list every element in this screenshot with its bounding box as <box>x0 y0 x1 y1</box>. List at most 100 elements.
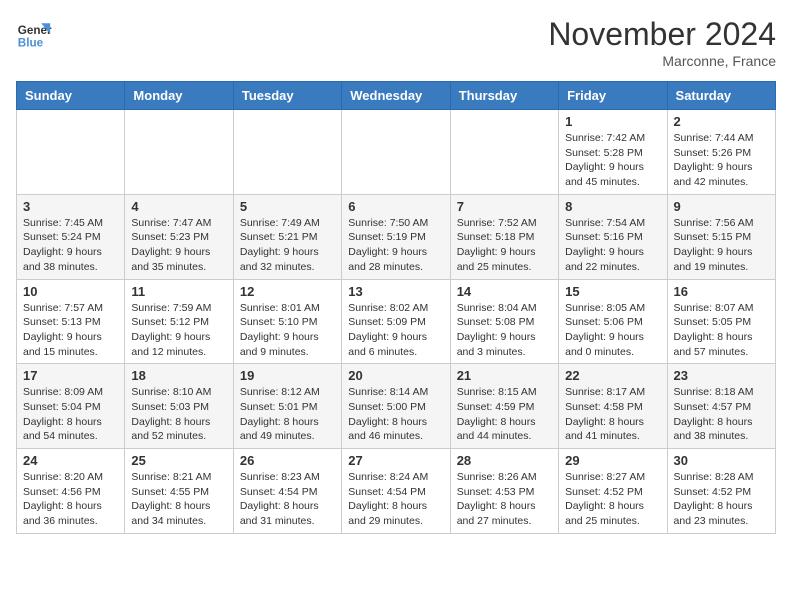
day-number: 3 <box>23 199 118 214</box>
day-number: 14 <box>457 284 552 299</box>
day-info: Sunrise: 7:52 AM Sunset: 5:18 PM Dayligh… <box>457 216 552 275</box>
day-info: Sunrise: 8:05 AM Sunset: 5:06 PM Dayligh… <box>565 301 660 360</box>
day-info: Sunrise: 7:42 AM Sunset: 5:28 PM Dayligh… <box>565 131 660 190</box>
calendar-week-2: 3 Sunrise: 7:45 AM Sunset: 5:24 PM Daylig… <box>17 194 776 279</box>
calendar-cell: 15Sunrise: 8:05 AM Sunset: 5:06 PM Dayli… <box>559 279 667 364</box>
header-saturday: Saturday <box>667 82 775 110</box>
calendar-cell <box>125 110 233 195</box>
location: Marconne, France <box>548 53 776 69</box>
day-number: 6 <box>348 199 443 214</box>
day-info: Sunrise: 8:23 AM Sunset: 4:54 PM Dayligh… <box>240 470 335 529</box>
header-tuesday: Tuesday <box>233 82 341 110</box>
day-number: 13 <box>348 284 443 299</box>
calendar-week-4: 17 Sunrise: 8:09 AM Sunset: 5:04 PM Dayli… <box>17 364 776 449</box>
day-info: Sunrise: 8:14 AM Sunset: 5:00 PM Dayligh… <box>348 385 443 444</box>
header-wednesday: Wednesday <box>342 82 450 110</box>
calendar-cell: 26 Sunrise: 8:23 AM Sunset: 4:54 PM Dayli… <box>233 449 341 534</box>
calendar-cell: 4Sunrise: 7:47 AM Sunset: 5:23 PM Daylig… <box>125 194 233 279</box>
day-info: Sunrise: 7:59 AM Sunset: 5:12 PM Dayligh… <box>131 301 226 360</box>
calendar-cell <box>450 110 558 195</box>
calendar-week-3: 10Sunrise: 7:57 AM Sunset: 5:13 PM Dayli… <box>17 279 776 364</box>
day-info: Sunrise: 8:15 AM Sunset: 4:59 PM Dayligh… <box>457 385 552 444</box>
calendar-cell <box>233 110 341 195</box>
calendar-cell: 2 Sunrise: 7:44 AM Sunset: 5:26 PM Daylig… <box>667 110 775 195</box>
day-info: Sunrise: 8:28 AM Sunset: 4:52 PM Dayligh… <box>674 470 769 529</box>
calendar-cell: 6Sunrise: 7:50 AM Sunset: 5:19 PM Daylig… <box>342 194 450 279</box>
title-area: November 2024 Marconne, France <box>548 16 776 69</box>
calendar-week-5: 24 Sunrise: 8:20 AM Sunset: 4:56 PM Dayli… <box>17 449 776 534</box>
day-number: 30 <box>674 453 769 468</box>
calendar-table: SundayMondayTuesdayWednesdayThursdayFrid… <box>16 81 776 534</box>
header: General Blue November 2024 Marconne, Fra… <box>16 16 776 69</box>
calendar-cell: 23 Sunrise: 8:18 AM Sunset: 4:57 PM Dayli… <box>667 364 775 449</box>
calendar-cell: 20 Sunrise: 8:14 AM Sunset: 5:00 PM Dayli… <box>342 364 450 449</box>
calendar-cell: 19 Sunrise: 8:12 AM Sunset: 5:01 PM Dayli… <box>233 364 341 449</box>
header-monday: Monday <box>125 82 233 110</box>
day-number: 29 <box>565 453 660 468</box>
day-number: 8 <box>565 199 660 214</box>
calendar-week-1: 1 Sunrise: 7:42 AM Sunset: 5:28 PM Daylig… <box>17 110 776 195</box>
calendar-cell: 7 Sunrise: 7:52 AM Sunset: 5:18 PM Daylig… <box>450 194 558 279</box>
day-info: Sunrise: 8:09 AM Sunset: 5:04 PM Dayligh… <box>23 385 118 444</box>
calendar-cell <box>17 110 125 195</box>
day-info: Sunrise: 8:10 AM Sunset: 5:03 PM Dayligh… <box>131 385 226 444</box>
calendar-cell: 3 Sunrise: 7:45 AM Sunset: 5:24 PM Daylig… <box>17 194 125 279</box>
day-info: Sunrise: 8:24 AM Sunset: 4:54 PM Dayligh… <box>348 470 443 529</box>
calendar-cell <box>342 110 450 195</box>
day-info: Sunrise: 8:04 AM Sunset: 5:08 PM Dayligh… <box>457 301 552 360</box>
day-number: 19 <box>240 368 335 383</box>
calendar-cell: 18 Sunrise: 8:10 AM Sunset: 5:03 PM Dayli… <box>125 364 233 449</box>
day-number: 2 <box>674 114 769 129</box>
day-info: Sunrise: 8:12 AM Sunset: 5:01 PM Dayligh… <box>240 385 335 444</box>
day-number: 9 <box>674 199 769 214</box>
day-info: Sunrise: 7:47 AM Sunset: 5:23 PM Dayligh… <box>131 216 226 275</box>
svg-text:Blue: Blue <box>18 37 44 50</box>
day-number: 21 <box>457 368 552 383</box>
calendar-cell: 8 Sunrise: 7:54 AM Sunset: 5:16 PM Daylig… <box>559 194 667 279</box>
calendar-cell: 25 Sunrise: 8:21 AM Sunset: 4:55 PM Dayli… <box>125 449 233 534</box>
calendar-cell: 12 Sunrise: 8:01 AM Sunset: 5:10 PM Dayli… <box>233 279 341 364</box>
day-number: 25 <box>131 453 226 468</box>
day-info: Sunrise: 8:18 AM Sunset: 4:57 PM Dayligh… <box>674 385 769 444</box>
calendar-cell: 14 Sunrise: 8:04 AM Sunset: 5:08 PM Dayli… <box>450 279 558 364</box>
day-info: Sunrise: 7:54 AM Sunset: 5:16 PM Dayligh… <box>565 216 660 275</box>
month-title: November 2024 <box>548 16 776 53</box>
day-info: Sunrise: 8:26 AM Sunset: 4:53 PM Dayligh… <box>457 470 552 529</box>
day-info: Sunrise: 7:45 AM Sunset: 5:24 PM Dayligh… <box>23 216 118 275</box>
day-number: 17 <box>23 368 118 383</box>
logo: General Blue <box>16 16 52 52</box>
day-info: Sunrise: 8:02 AM Sunset: 5:09 PM Dayligh… <box>348 301 443 360</box>
day-number: 27 <box>348 453 443 468</box>
calendar-cell: 22 Sunrise: 8:17 AM Sunset: 4:58 PM Dayli… <box>559 364 667 449</box>
day-number: 5 <box>240 199 335 214</box>
header-sunday: Sunday <box>17 82 125 110</box>
calendar-cell: 28Sunrise: 8:26 AM Sunset: 4:53 PM Dayli… <box>450 449 558 534</box>
day-number: 23 <box>674 368 769 383</box>
day-info: Sunrise: 8:20 AM Sunset: 4:56 PM Dayligh… <box>23 470 118 529</box>
logo-icon: General Blue <box>16 16 52 52</box>
calendar-cell: 11Sunrise: 7:59 AM Sunset: 5:12 PM Dayli… <box>125 279 233 364</box>
day-number: 22 <box>565 368 660 383</box>
day-number: 20 <box>348 368 443 383</box>
day-info: Sunrise: 7:44 AM Sunset: 5:26 PM Dayligh… <box>674 131 769 190</box>
calendar-header-row: SundayMondayTuesdayWednesdayThursdayFrid… <box>17 82 776 110</box>
calendar-cell: 1 Sunrise: 7:42 AM Sunset: 5:28 PM Daylig… <box>559 110 667 195</box>
day-info: Sunrise: 8:17 AM Sunset: 4:58 PM Dayligh… <box>565 385 660 444</box>
day-number: 16 <box>674 284 769 299</box>
calendar-cell: 30 Sunrise: 8:28 AM Sunset: 4:52 PM Dayli… <box>667 449 775 534</box>
day-info: Sunrise: 8:21 AM Sunset: 4:55 PM Dayligh… <box>131 470 226 529</box>
calendar-cell: 29 Sunrise: 8:27 AM Sunset: 4:52 PM Dayli… <box>559 449 667 534</box>
calendar-cell: 10Sunrise: 7:57 AM Sunset: 5:13 PM Dayli… <box>17 279 125 364</box>
day-info: Sunrise: 8:27 AM Sunset: 4:52 PM Dayligh… <box>565 470 660 529</box>
calendar-cell: 17 Sunrise: 8:09 AM Sunset: 5:04 PM Dayli… <box>17 364 125 449</box>
day-number: 26 <box>240 453 335 468</box>
day-info: Sunrise: 7:49 AM Sunset: 5:21 PM Dayligh… <box>240 216 335 275</box>
day-number: 18 <box>131 368 226 383</box>
day-info: Sunrise: 8:01 AM Sunset: 5:10 PM Dayligh… <box>240 301 335 360</box>
day-info: Sunrise: 8:07 AM Sunset: 5:05 PM Dayligh… <box>674 301 769 360</box>
day-number: 24 <box>23 453 118 468</box>
day-number: 7 <box>457 199 552 214</box>
header-friday: Friday <box>559 82 667 110</box>
day-number: 12 <box>240 284 335 299</box>
day-number: 1 <box>565 114 660 129</box>
